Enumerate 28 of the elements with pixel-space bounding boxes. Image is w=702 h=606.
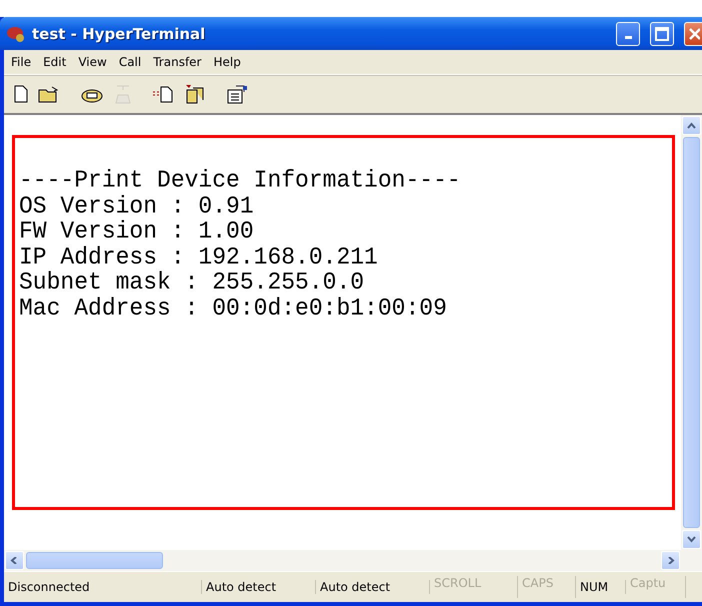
window-title: test - HyperTerminal [32, 24, 206, 42]
status-panel: Captu [626, 576, 686, 598]
terminal-line: FW Version : 1.00 [19, 218, 255, 246]
status-panel: SCROLL [430, 576, 518, 598]
minimize-icon [624, 36, 632, 39]
status-panel: NUM [576, 580, 626, 594]
status-panel: Auto detect [202, 580, 316, 594]
menu-item[interactable]: View [73, 53, 112, 71]
terminal-line: ----Print Device Information---- [19, 167, 462, 194]
terminal-line: IP Address : 192.168.0.211 [19, 244, 379, 271]
terminal-line: Subnet mask : 255.255.0.0 [19, 269, 366, 296]
maximize-icon [655, 26, 669, 40]
menu-item[interactable]: Edit [38, 53, 72, 71]
close-icon [688, 26, 700, 40]
maximize-button[interactable] [650, 22, 674, 46]
status-panel: CAPS [518, 576, 576, 598]
terminal-line: Mac Address : 00:0d:e0:b1:00:09 [19, 294, 448, 322]
minimize-button[interactable] [616, 22, 640, 46]
menu-item[interactable]: Call [114, 53, 146, 71]
status-panel: Auto detect [316, 580, 430, 594]
status-panel: Disconnected [4, 580, 202, 594]
vertical-scrollbar[interactable] [681, 115, 702, 550]
menu-item[interactable]: Help [208, 53, 246, 71]
menu-item[interactable]: File [6, 53, 36, 71]
close-button[interactable] [684, 22, 702, 46]
horizontal-scrollbar[interactable] [4, 550, 702, 571]
menu-item[interactable]: Transfer [148, 53, 206, 71]
terminal-line: OS Version : 0.91 [19, 192, 255, 220]
